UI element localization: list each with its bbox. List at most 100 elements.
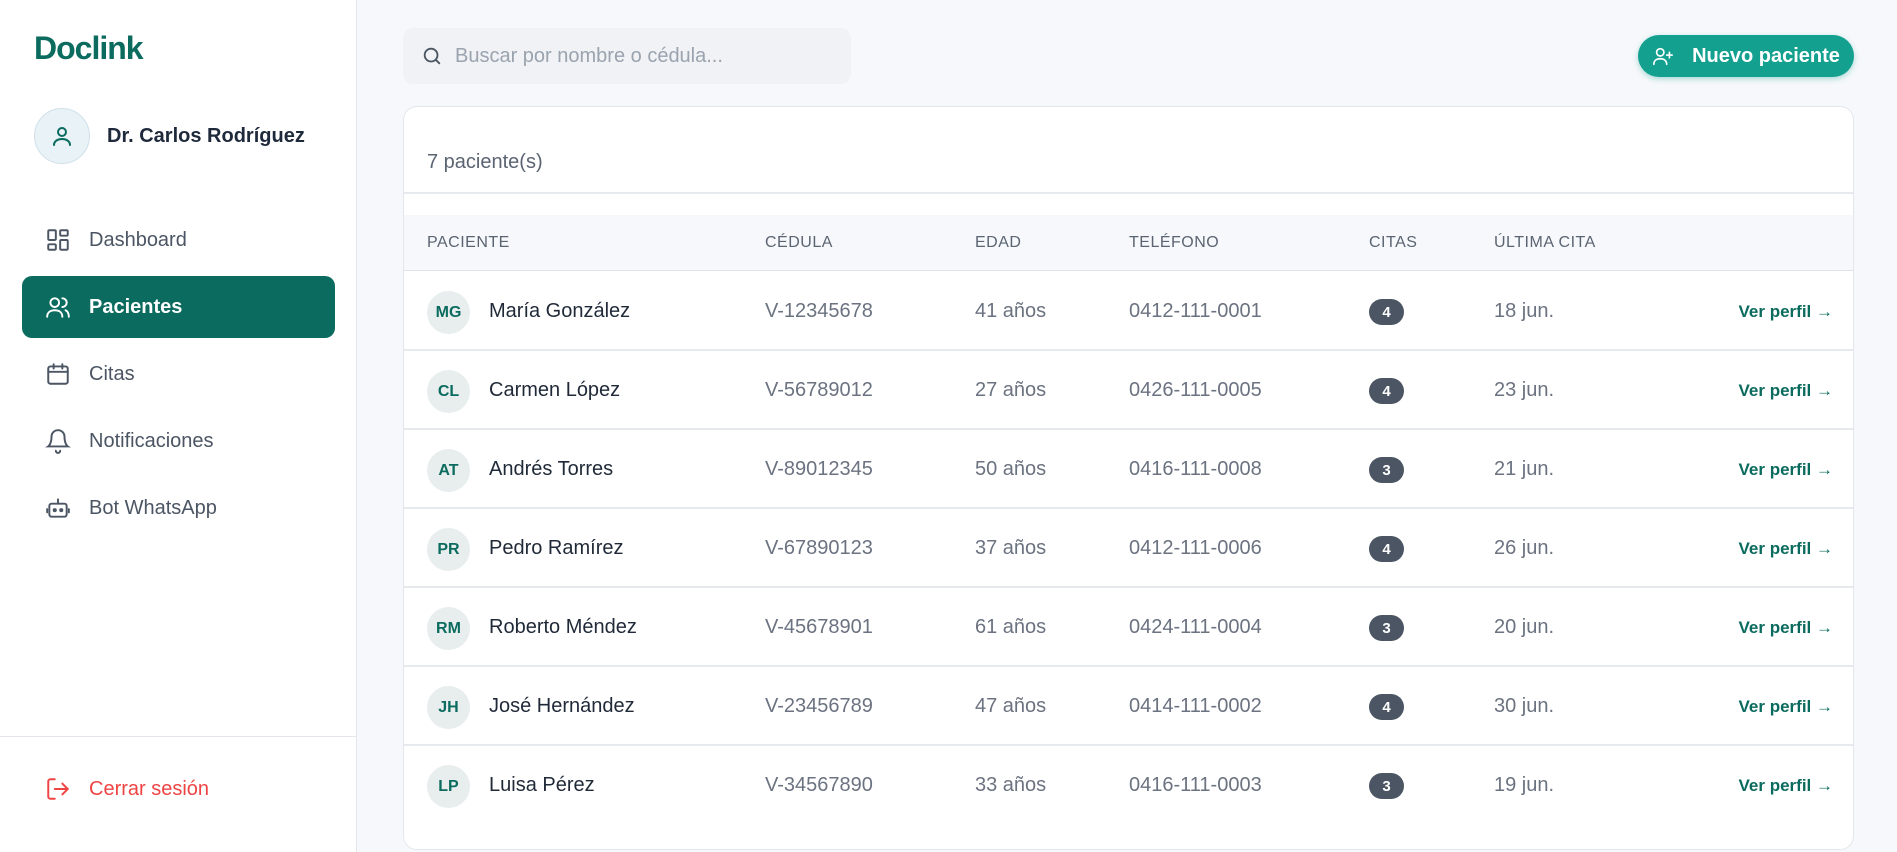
table-row[interactable]: MG María González V-12345678 41 años 0412-11… xyxy=(404,272,1853,351)
view-profile-link[interactable]: Ver perfil → xyxy=(1739,667,1833,746)
patient-cedula: V-45678901 xyxy=(765,616,873,638)
patient-age: 33 años xyxy=(975,774,1047,796)
bell-icon xyxy=(44,427,72,455)
appointments-count-badge: 4 xyxy=(1369,378,1404,404)
table-row[interactable]: PR Pedro Ramírez V-67890123 37 años 0412-111… xyxy=(404,509,1853,588)
user-icon xyxy=(53,127,71,146)
last-appointment-date: 21 jun. xyxy=(1494,458,1555,480)
sidebar-item-label: Dashboard xyxy=(89,228,187,251)
table-row[interactable]: AT Andrés Torres V-89012345 50 años 0416-111… xyxy=(404,430,1853,509)
patient-name[interactable]: Carmen López xyxy=(489,351,620,430)
patient-phone: 0426-111-0005 xyxy=(1129,379,1262,401)
user-profile[interactable]: Dr. Carlos Rodríguez xyxy=(34,108,305,164)
sidebar-item-pacientes[interactable]: Pacientes xyxy=(22,276,335,338)
patient-avatar: CL xyxy=(427,370,470,413)
user-plus-icon xyxy=(1652,45,1674,67)
table-row[interactable]: JH José Hernández V-23456789 47 años 0414-11… xyxy=(404,667,1853,746)
patient-age: 47 años xyxy=(975,695,1047,717)
sidebar-divider xyxy=(0,736,357,737)
table-row[interactable]: CL Carmen López V-56789012 27 años 0426-111-… xyxy=(404,351,1853,430)
appointments-count-badge: 4 xyxy=(1369,299,1404,325)
column-header-citas[interactable]: CITAS xyxy=(1369,215,1417,271)
patient-name[interactable]: José Hernández xyxy=(489,667,635,746)
patient-phone: 0412-111-0006 xyxy=(1129,537,1262,559)
sidebar-item-bot-whatsapp[interactable]: Bot WhatsApp xyxy=(22,477,335,539)
bot-icon xyxy=(44,494,72,522)
table-row[interactable]: RM Roberto Méndez V-45678901 61 años 0424-11… xyxy=(404,588,1853,667)
patient-age: 37 años xyxy=(975,537,1047,559)
patient-age: 61 años xyxy=(975,616,1047,638)
calendar-icon xyxy=(44,360,72,388)
sidebar-item-label: Citas xyxy=(89,362,135,385)
patient-phone: 0412-111-0001 xyxy=(1129,300,1262,322)
sidebar-item-notificaciones[interactable]: Notificaciones xyxy=(22,410,335,472)
card-divider xyxy=(404,192,1853,194)
view-profile-link[interactable]: Ver perfil → xyxy=(1739,430,1833,509)
patient-name[interactable]: María González xyxy=(489,272,630,351)
patient-avatar: PR xyxy=(427,528,470,571)
patient-age: 41 años xyxy=(975,300,1047,322)
last-appointment-date: 20 jun. xyxy=(1494,616,1555,638)
avatar xyxy=(34,108,90,164)
last-appointment-date: 19 jun. xyxy=(1494,774,1555,796)
column-header-cedula[interactable]: CÉDULA xyxy=(765,215,833,271)
patient-cedula: V-34567890 xyxy=(765,774,873,796)
patient-name[interactable]: Luisa Pérez xyxy=(489,746,595,825)
logout-icon xyxy=(44,775,72,803)
sidebar-item-label: Pacientes xyxy=(89,295,183,318)
patient-age: 50 años xyxy=(975,458,1047,480)
patient-name[interactable]: Andrés Torres xyxy=(489,430,613,509)
patient-phone: 0416-111-0003 xyxy=(1129,774,1262,796)
column-header-telefono[interactable]: TELÉFONO xyxy=(1129,215,1219,271)
appointments-count-badge: 4 xyxy=(1369,536,1404,562)
sidebar: Doclink Dr. Carlos Rodríguez Dashboard P… xyxy=(0,0,357,852)
patients-card: 7 paciente(s) PACIENTE CÉDULA EDAD TELÉF… xyxy=(403,106,1854,850)
patient-phone: 0414-111-0002 xyxy=(1129,695,1262,717)
patient-cedula: V-23456789 xyxy=(765,695,873,717)
appointments-count-badge: 3 xyxy=(1369,615,1404,641)
logo[interactable]: Doclink xyxy=(34,30,144,67)
sidebar-item-label: Notificaciones xyxy=(89,429,214,452)
patient-avatar: JH xyxy=(427,686,470,729)
column-header-ultima-cita[interactable]: ÚLTIMA CITA xyxy=(1494,215,1596,271)
dashboard-icon xyxy=(44,226,72,254)
last-appointment-date: 23 jun. xyxy=(1494,379,1555,401)
column-header-paciente[interactable]: PACIENTE xyxy=(427,215,510,271)
patient-cedula: V-89012345 xyxy=(765,458,873,480)
last-appointment-date: 30 jun. xyxy=(1494,695,1555,717)
view-profile-link[interactable]: Ver perfil → xyxy=(1739,351,1833,430)
patient-age: 27 años xyxy=(975,379,1047,401)
patient-count: 7 paciente(s) xyxy=(427,151,543,173)
patient-name[interactable]: Pedro Ramírez xyxy=(489,509,624,588)
user-name: Dr. Carlos Rodríguez xyxy=(107,124,305,147)
logout-button[interactable]: Cerrar sesión xyxy=(44,775,209,803)
table-row[interactable]: LP Luisa Pérez V-34567890 33 años 0416-111-0… xyxy=(404,746,1853,825)
table-header: PACIENTE CÉDULA EDAD TELÉFONO CITAS ÚLTI… xyxy=(404,215,1853,271)
patient-name[interactable]: Roberto Méndez xyxy=(489,588,637,667)
column-header-edad[interactable]: EDAD xyxy=(975,215,1021,271)
search-bar[interactable] xyxy=(403,28,851,84)
patient-cedula: V-56789012 xyxy=(765,379,873,401)
view-profile-link[interactable]: Ver perfil → xyxy=(1739,509,1833,588)
new-patient-label: Nuevo paciente xyxy=(1692,44,1840,67)
logout-label: Cerrar sesión xyxy=(89,777,210,800)
last-appointment-date: 26 jun. xyxy=(1494,537,1555,559)
last-appointment-date: 18 jun. xyxy=(1494,300,1555,322)
view-profile-link[interactable]: Ver perfil → xyxy=(1739,746,1833,825)
sidebar-nav: Dashboard Pacientes Citas Notificaciones… xyxy=(22,209,335,544)
search-icon xyxy=(423,47,441,65)
patient-avatar: AT xyxy=(427,449,470,492)
patient-phone: 0416-111-0008 xyxy=(1129,458,1262,480)
patient-phone: 0424-111-0004 xyxy=(1129,616,1262,638)
patient-avatar: LP xyxy=(427,765,470,808)
sidebar-item-label: Bot WhatsApp xyxy=(89,496,217,519)
new-patient-button[interactable]: Nuevo paciente xyxy=(1638,35,1854,77)
view-profile-link[interactable]: Ver perfil → xyxy=(1739,272,1833,351)
view-profile-link[interactable]: Ver perfil → xyxy=(1739,588,1833,667)
search-input[interactable] xyxy=(455,44,835,68)
sidebar-item-dashboard[interactable]: Dashboard xyxy=(22,209,335,271)
patient-avatar: RM xyxy=(427,607,470,650)
sidebar-item-citas[interactable]: Citas xyxy=(22,343,335,405)
patient-cedula: V-12345678 xyxy=(765,300,873,322)
appointments-count-badge: 3 xyxy=(1369,773,1404,799)
